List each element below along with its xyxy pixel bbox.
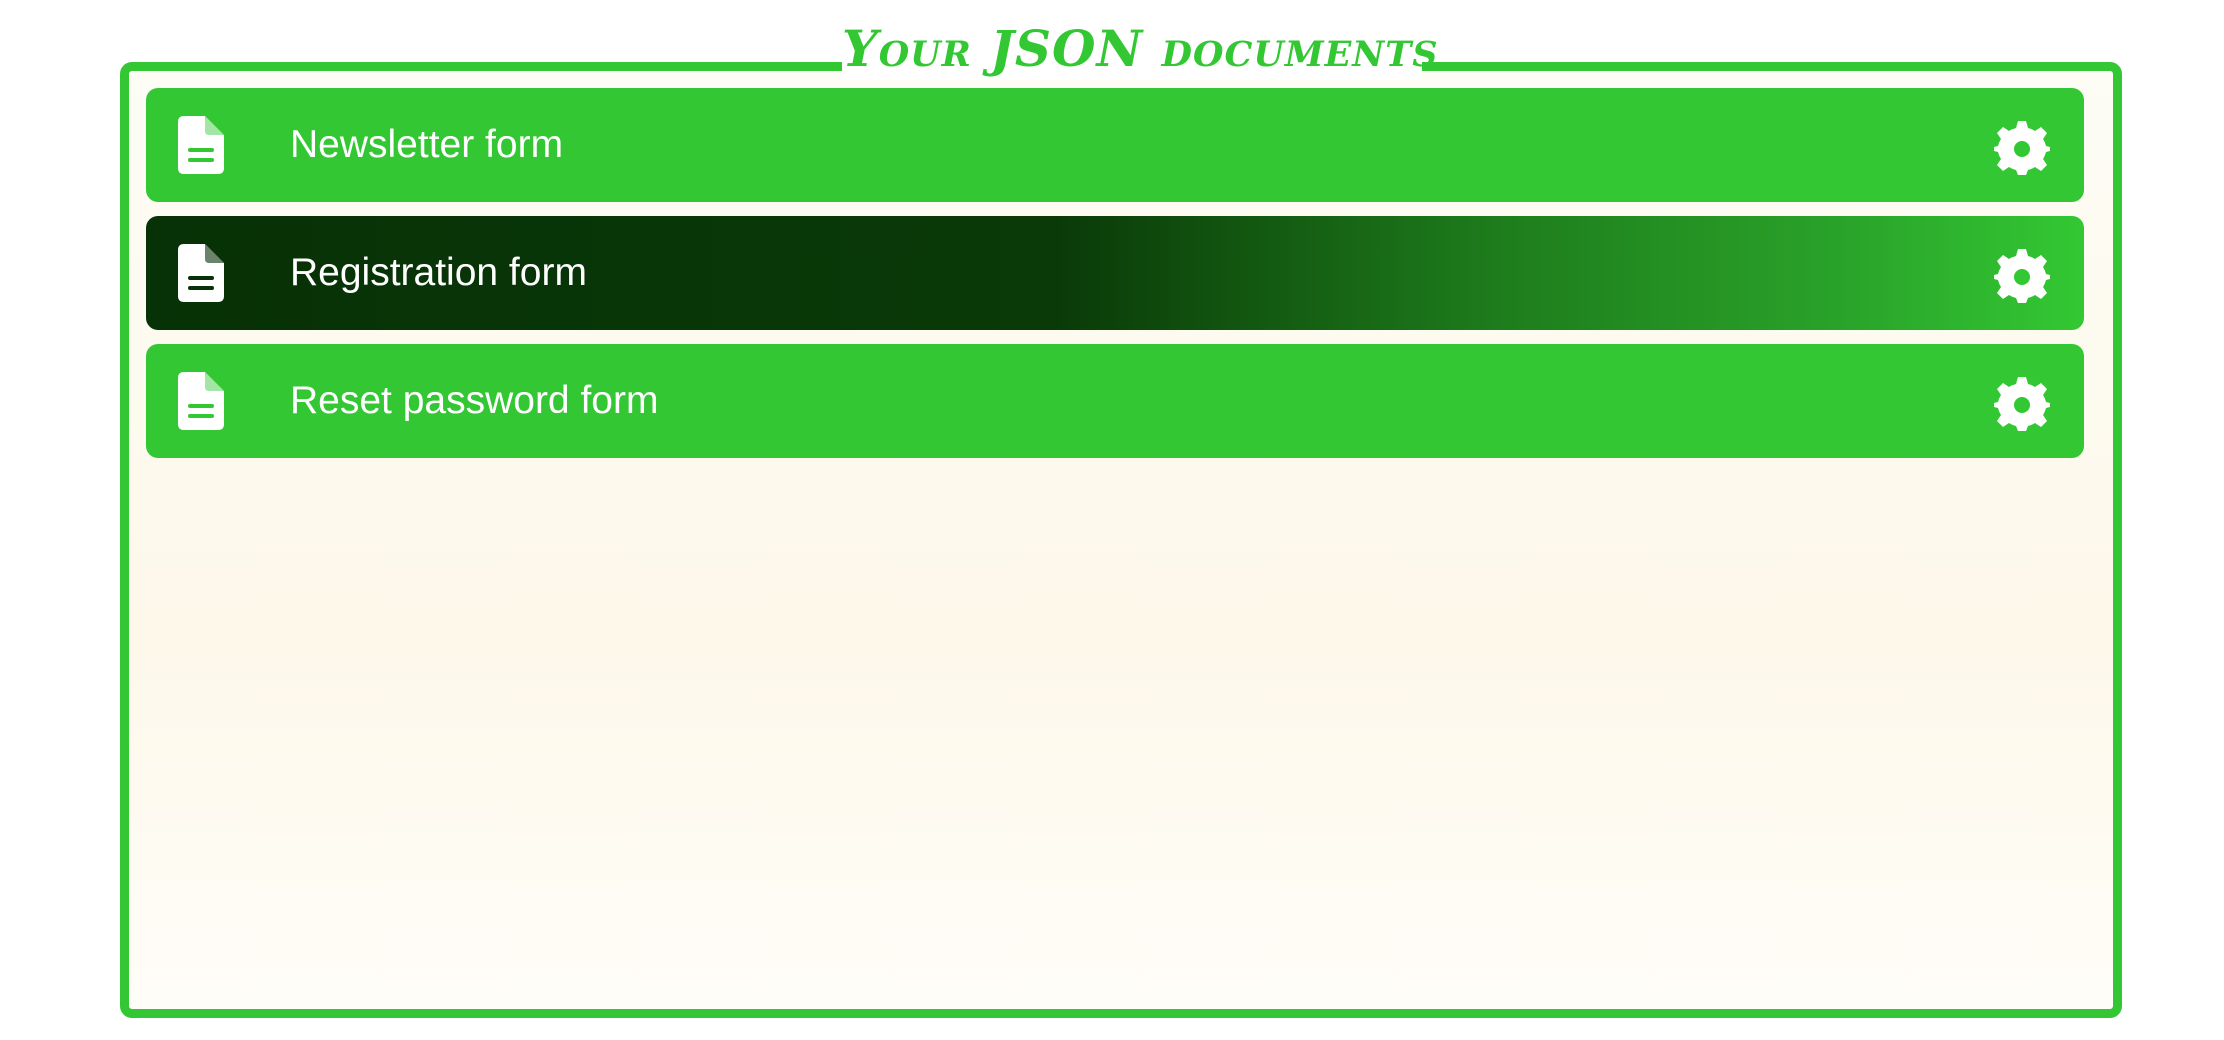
document-item-registration[interactable]: Registration form [146,216,2084,330]
document-label: Registration form [290,251,587,294]
document-item-newsletter[interactable]: Newsletter form [146,88,2084,202]
document-icon [178,244,224,302]
gear-icon[interactable] [1994,119,2050,175]
document-label: Newsletter form [290,123,564,166]
document-label: Reset password form [290,379,659,422]
document-list: Newsletter form Registration form Reset … [146,88,2084,472]
gear-icon[interactable] [1994,375,2050,431]
document-icon [178,372,224,430]
document-item-reset-password[interactable]: Reset password form [146,344,2084,458]
document-icon [178,116,224,174]
gear-icon[interactable] [1994,247,2050,303]
panel-title: Your JSON documents [842,18,1439,80]
